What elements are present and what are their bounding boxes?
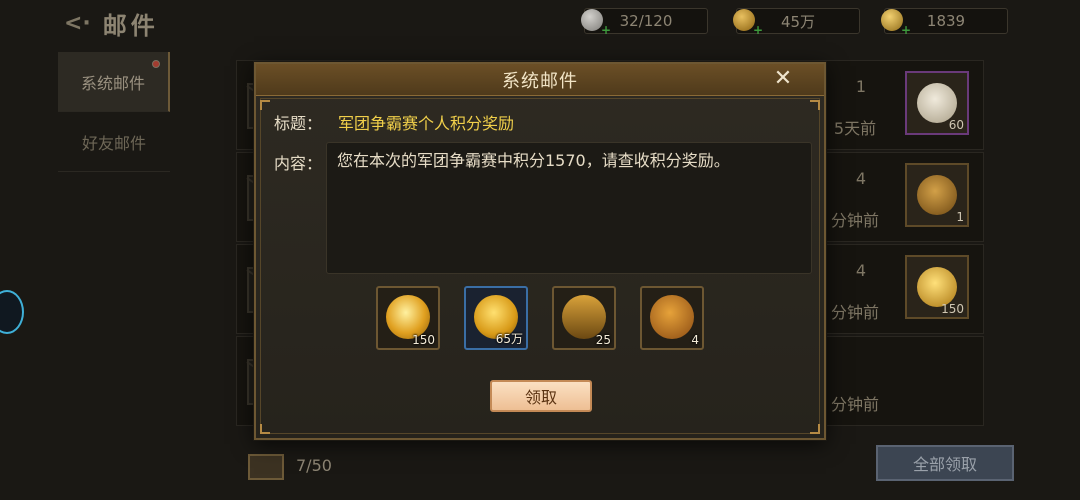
stone-icon [581,9,603,31]
resource-value: 45万 [780,12,816,31]
mail-subject: 军团争霸赛个人积分奖励 [338,114,515,133]
dialog-header: 系统邮件 ✕ [256,64,824,96]
system-mail-dialog: 系统邮件 ✕ 标题： 军团争霸赛个人积分奖励 内容： 您在本次的军团争霸赛中积分… [254,62,826,440]
token-icon [650,295,694,339]
mail-row-time: 分钟前 [830,395,879,414]
mail-row-time: 分钟前 [830,211,879,230]
mail-capacity: 7/50 [296,456,332,475]
mail-item-slot[interactable]: 60 [905,71,969,135]
tab-label: 系统邮件 [80,73,145,93]
gold-ingot-icon [917,267,957,307]
gold-ingot-icon [881,9,903,31]
page-header: <· 邮件 [64,6,159,40]
resource-value: 32/120 [619,12,673,30]
content-box[interactable]: 您在本次的军团争霸赛中积分1570，请查收积分奖励。 [326,142,812,274]
title-badge-icon [917,175,957,215]
claim-all-button[interactable]: 全部领取 [876,445,1014,481]
resource-stone: + 32/120 [581,8,708,37]
resource-coin: + 45万 [733,8,860,37]
item-count: 60 [948,118,964,132]
mail-item-slot[interactable]: 150 [905,255,969,319]
notification-dot-icon [152,60,160,68]
mail-row-count: 4 [855,169,867,188]
corner-ornament [260,100,270,110]
reward-slot[interactable]: 65万 [464,286,528,350]
reward-slot[interactable]: 25 [552,286,616,350]
reward-count: 65万 [495,332,523,346]
add-icon[interactable]: + [753,23,763,37]
reward-slot[interactable]: 4 [640,286,704,350]
close-icon[interactable]: ✕ [770,66,796,92]
tab-friend-mail[interactable]: 好友邮件 [58,112,170,172]
add-icon[interactable]: + [901,23,911,37]
add-icon[interactable]: + [601,23,611,37]
tab-label: 好友邮件 [81,133,146,153]
mail-tabs: 系统邮件 好友邮件 [58,52,170,172]
resource-gold-ingot: + 1839 [881,8,1008,37]
corner-ornament [260,424,270,434]
reward-list: 150 65万 25 4 [376,286,716,352]
item-count: 150 [941,302,964,316]
reward-count: 4 [691,333,699,347]
subject-label: 标题： [274,114,323,133]
item-count: 1 [956,210,964,224]
page-title: 邮件 [102,11,159,40]
content-label: 内容： [274,154,323,173]
back-arrow-icon[interactable]: <· [64,11,91,36]
coin-icon [733,9,755,31]
dialog-title: 系统邮件 [502,70,578,92]
reward-slot[interactable]: 150 [376,286,440,350]
mail-item-slot[interactable]: 1 [905,163,969,227]
reward-count: 150 [412,333,435,347]
resource-value: 1839 [926,12,966,30]
mail-content: 您在本次的军团争霸赛中积分1570，请查收积分奖励。 [337,151,730,170]
corner-ornament [810,100,820,110]
reward-count: 25 [595,333,611,347]
corner-ornament [810,424,820,434]
claim-button[interactable]: 领取 [490,380,592,412]
steamed-bun-icon [917,83,957,123]
mailbox-icon [248,454,284,480]
tab-system-mail[interactable]: 系统邮件 [58,52,170,112]
mail-row-time: 5天前 [833,119,877,138]
mail-row-count: 4 [855,261,867,280]
mail-row-count: 1 [855,77,867,96]
mail-row-time: 分钟前 [830,303,879,322]
